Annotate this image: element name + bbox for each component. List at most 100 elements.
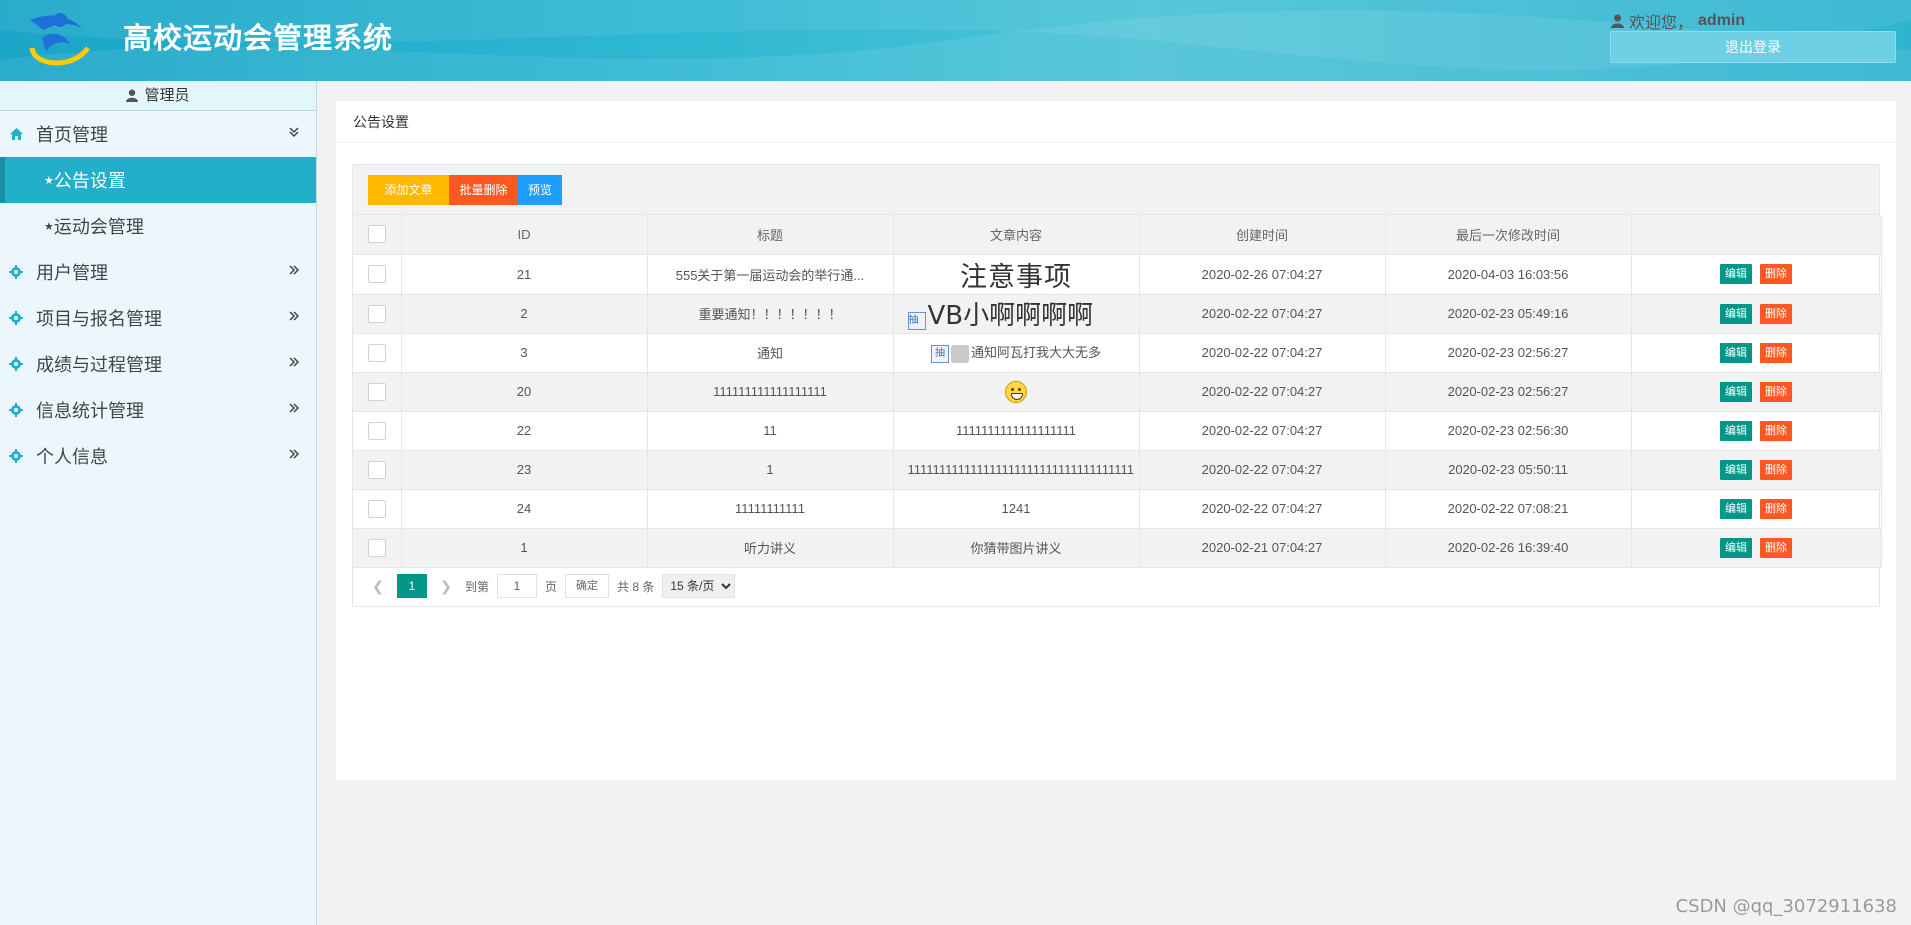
gear-icon (8, 402, 24, 418)
goto-page-input[interactable] (497, 574, 538, 598)
sidebar-item-personal-info[interactable]: 个人信息 (0, 433, 316, 479)
chevron-right-double-icon (288, 401, 300, 419)
gear-icon (8, 310, 24, 326)
delete-button[interactable]: 删除 (1760, 459, 1792, 480)
cell-content: 抽 通知阿瓦打我大大无多 (893, 333, 1140, 373)
delete-button[interactable]: 删除 (1760, 498, 1792, 519)
sidebar-item-label: 首页管理 (36, 125, 108, 145)
edit-button[interactable]: 编辑 (1720, 498, 1752, 519)
preview-button[interactable]: 预览 (518, 175, 562, 205)
cell-title: 111111111111111111 (647, 372, 894, 412)
cell-modified: 2020-02-23 05:50:11 (1385, 450, 1632, 490)
row-checkbox[interactable] (367, 421, 386, 440)
delete-button[interactable]: 删除 (1760, 420, 1792, 441)
current-page-button[interactable]: 1 (397, 574, 427, 598)
cell-actions: 编辑 删除 (1631, 489, 1882, 529)
row-checkbox[interactable] (367, 460, 386, 479)
cell-content: 111111111111111111111111111111111111 (893, 450, 1140, 490)
edit-button[interactable]: 编辑 (1720, 303, 1752, 324)
cell-actions: 编辑 删除 (1631, 528, 1882, 568)
sidebar-item-score-process[interactable]: 成绩与过程管理 (0, 341, 316, 387)
table-row: 20 111111111111111111 2020-02-22 07:04:2… (353, 372, 1882, 412)
prev-page-icon[interactable]: ❮ (367, 578, 389, 595)
next-page-icon[interactable]: ❯ (435, 578, 457, 595)
row-checkbox[interactable] (367, 499, 386, 518)
cell-content: 你猜带图片讲义 (893, 528, 1140, 568)
table-row: 21 555关于第一届运动会的举行通... 注意事项 2020-02-26 07… (353, 254, 1882, 295)
delete-button[interactable]: 删除 (1760, 537, 1792, 558)
cell-modified: 2020-02-22 07:08:21 (1385, 489, 1632, 529)
watermark: CSDN @qq_3072911638 (1675, 896, 1897, 917)
add-article-button[interactable]: 添加文章 (368, 175, 449, 205)
goto-confirm-button[interactable]: 确定 (565, 574, 610, 598)
row-checkbox[interactable] (367, 304, 386, 323)
sidebar-subitem-announcement-settings[interactable]: ★ 公告设置 (0, 157, 316, 203)
cell-created: 2020-02-22 07:04:27 (1139, 489, 1386, 529)
cell-title: 11 (647, 411, 894, 451)
panda-face-icon (950, 344, 969, 363)
edit-button[interactable]: 编辑 (1720, 264, 1752, 284)
delete-button[interactable]: 删除 (1760, 342, 1792, 363)
main-panel: 公告设置 添加文章 批量删除 预览 ID 标题 文章内容 创建时间 最后一次修改… (336, 101, 1896, 780)
cell-content: 抽 VB小啊啊啊啊 (893, 294, 1140, 334)
cell-title: 重要通知！！！！！！！ (647, 294, 894, 334)
cell-actions: 编辑 删除 (1631, 450, 1882, 490)
sidebar-subitem-sports-meet-management[interactable]: ★ 运动会管理 (0, 203, 316, 249)
column-header-created: 创建时间 (1139, 215, 1386, 255)
edit-button[interactable]: 编辑 (1720, 537, 1752, 558)
cell-modified: 2020-02-26 16:39:40 (1385, 528, 1632, 568)
edit-button[interactable]: 编辑 (1720, 381, 1752, 402)
user-icon (126, 89, 139, 102)
sidebar-item-home-management[interactable]: 首页管理 (0, 111, 316, 157)
column-header-id: ID (401, 215, 648, 255)
cell-title: 通知 (647, 333, 894, 373)
select-all-checkbox[interactable] (367, 225, 386, 244)
goto-label: 到第 (465, 579, 490, 594)
cell-title: 11111111111 (647, 489, 894, 529)
logout-button[interactable]: 退出登录 (1610, 31, 1896, 63)
sidebar-item-user-management[interactable]: 用户管理 (0, 249, 316, 295)
user-icon (1611, 14, 1624, 28)
page-size-select[interactable]: 15 条/页 (662, 574, 736, 598)
welcome-prefix: 欢迎您， (1629, 15, 1694, 32)
cell-actions: 编辑 删除 (1631, 254, 1882, 295)
batch-delete-button[interactable]: 批量删除 (449, 175, 518, 205)
page-unit-label: 页 (545, 579, 558, 594)
delete-button[interactable]: 删除 (1760, 264, 1792, 284)
pagination: ❮ 1 ❯ 到第 页 确定 共 8 条 15 条/页 (367, 566, 736, 606)
edit-button[interactable]: 编辑 (1720, 342, 1752, 363)
embedded-image-icon: 抽 (907, 311, 926, 330)
cell-actions: 编辑 删除 (1631, 411, 1882, 451)
sidebar-item-statistics[interactable]: 信息统计管理 (0, 387, 316, 433)
delete-button[interactable]: 删除 (1760, 303, 1792, 324)
content-rich-text: VB小啊啊啊啊 (927, 301, 1094, 331)
cell-content: 注意事项 (893, 254, 1140, 295)
edit-button[interactable]: 编辑 (1720, 459, 1752, 480)
star-icon: ★ (44, 220, 54, 233)
chevron-right-double-icon (288, 263, 300, 281)
cell-created: 2020-02-26 07:04:27 (1139, 254, 1386, 295)
sidebar-item-project-registration[interactable]: 项目与报名管理 (0, 295, 316, 341)
row-checkbox[interactable] (367, 538, 386, 557)
edit-button[interactable]: 编辑 (1720, 420, 1752, 441)
cell-id: 3 (401, 333, 648, 373)
cell-id: 20 (401, 372, 648, 412)
sidebar-role-label: 管理员 (144, 86, 190, 104)
cell-id: 23 (401, 450, 648, 490)
row-checkbox[interactable] (367, 343, 386, 362)
page-title: 公告设置 (336, 101, 1896, 143)
column-header-title: 标题 (647, 215, 894, 255)
embedded-image-icon: 抽 (930, 344, 949, 363)
cell-actions: 编辑 删除 (1631, 333, 1882, 373)
cell-id: 21 (401, 254, 648, 295)
table-row: 3 通知 抽 通知阿瓦打我大大无多 2020-02-22 07:04:27 202… (353, 333, 1882, 373)
table-row: 2 重要通知！！！！！！！ 抽 VB小啊啊啊啊 2020-02-22 07:04:… (353, 294, 1882, 334)
cell-content: 1241 (893, 489, 1140, 529)
cell-created: 2020-02-22 07:04:27 (1139, 294, 1386, 334)
row-checkbox[interactable] (367, 265, 386, 283)
row-checkbox[interactable] (367, 382, 386, 401)
cell-id: 2 (401, 294, 648, 334)
sidebar-item-label: 用户管理 (36, 263, 108, 283)
sidebar-role-header: 管理员 (0, 81, 316, 111)
delete-button[interactable]: 删除 (1760, 381, 1792, 402)
